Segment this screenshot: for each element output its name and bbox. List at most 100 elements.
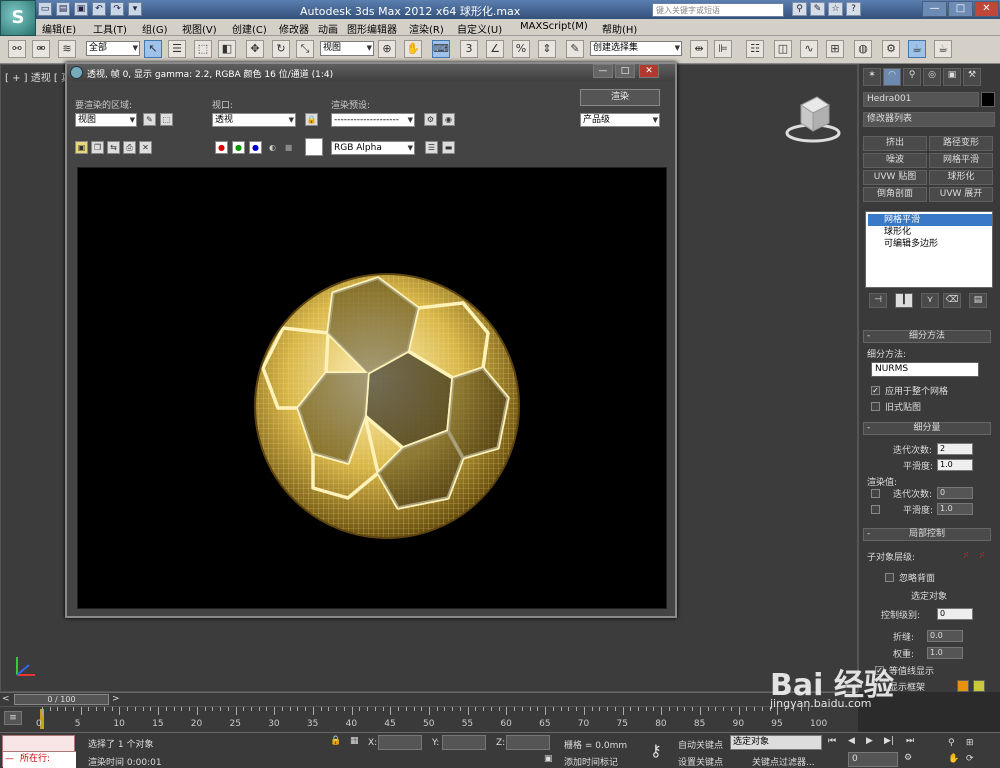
- render-window-titlebar[interactable]: 透视, 帧 0, 显示 gamma: 2.2, RGBA 颜色 16 位/通道 …: [67, 64, 675, 81]
- crease-spinner[interactable]: 0.0: [927, 630, 963, 642]
- menu-maxscript[interactable]: MAXScript(M): [520, 21, 588, 32]
- new-file-icon[interactable]: ▭: [38, 2, 52, 16]
- cage-color-swatch[interactable]: [957, 680, 969, 692]
- menu-tools[interactable]: 工具(T): [93, 21, 127, 36]
- bind-spacewarp-icon[interactable]: ≋: [58, 40, 76, 58]
- copy-image-icon[interactable]: ❐: [91, 141, 104, 154]
- area-to-render-dropdown[interactable]: 视图: [75, 113, 137, 127]
- scale-icon[interactable]: ⤡: [296, 40, 314, 58]
- search-input[interactable]: 键入关键字或短语: [652, 3, 784, 17]
- render-iterations-checkbox[interactable]: [871, 489, 880, 498]
- time-config-icon[interactable]: ⚙: [904, 753, 912, 763]
- star-icon[interactable]: ☆: [828, 2, 843, 16]
- x-coordinate-field[interactable]: [378, 735, 422, 750]
- time-tag-icon[interactable]: ▣: [544, 754, 553, 764]
- rw-close-button[interactable]: ✕: [639, 64, 659, 78]
- print-icon[interactable]: ⎙: [123, 141, 136, 154]
- goto-start-icon[interactable]: ⏮: [828, 736, 836, 746]
- menu-create[interactable]: 创建(C): [232, 21, 267, 36]
- motion-tab-icon[interactable]: ◎: [923, 68, 941, 86]
- subdiv-method-dropdown[interactable]: NURMS: [871, 362, 979, 377]
- track-bar[interactable]: ≡ 0 5 10 15 20 25 30 35 40 45 50 55 60 65 70 75 80 85 90 95…: [0, 706, 858, 732]
- play-icon[interactable]: ▶: [866, 736, 873, 746]
- manipulate-icon[interactable]: ✋: [404, 40, 422, 58]
- weight-spinner[interactable]: 1.0: [927, 647, 963, 659]
- next-key-icon[interactable]: ▶|: [884, 736, 894, 746]
- path-deform-modifier-button[interactable]: 路径变形: [929, 136, 993, 151]
- clone-frame-icon[interactable]: ⇆: [107, 141, 120, 154]
- save-file-icon[interactable]: ▣: [74, 2, 88, 16]
- absolute-mode-icon[interactable]: ▦: [350, 736, 359, 746]
- key-filters-button[interactable]: 关键点过滤器...: [752, 755, 815, 768]
- render-setup-icon[interactable]: ⚙: [882, 40, 900, 58]
- smoothness-spinner[interactable]: 1.0: [937, 459, 973, 471]
- cage-selection-color-swatch[interactable]: [973, 680, 985, 692]
- noise-modifier-button[interactable]: 噪波: [863, 153, 927, 168]
- modify-tab-icon[interactable]: ◠: [883, 68, 901, 86]
- vertex-level-icon[interactable]: ⸓: [963, 548, 969, 561]
- bevel-profile-modifier-button[interactable]: 倒角剖面: [863, 187, 927, 202]
- window-crossing-icon[interactable]: ◧: [218, 40, 236, 58]
- menu-customize[interactable]: 自定义(U): [457, 21, 502, 36]
- pivot-center-icon[interactable]: ⊕: [378, 40, 396, 58]
- render-smoothness-spinner[interactable]: 1.0: [937, 503, 973, 515]
- help-icon[interactable]: ?: [846, 2, 861, 16]
- green-channel-icon[interactable]: ●: [232, 141, 245, 154]
- hierarchy-tab-icon[interactable]: ⚲: [903, 68, 921, 86]
- alpha-channel-icon[interactable]: ◐: [266, 141, 279, 154]
- toggle-overlay-icon[interactable]: ▬: [442, 141, 455, 154]
- y-coordinate-field[interactable]: [442, 735, 486, 750]
- monochrome-icon[interactable]: ■: [282, 141, 295, 154]
- key-icon[interactable]: ⚷: [650, 741, 662, 760]
- mini-curve-editor-icon[interactable]: ≡: [4, 711, 22, 725]
- viewport-dropdown[interactable]: 透视: [212, 113, 296, 127]
- maxscript-listener[interactable]: — 所在行:: [2, 735, 76, 768]
- maximize-button[interactable]: □: [948, 1, 973, 17]
- subdivision-method-rollout[interactable]: - 细分方法: [863, 330, 991, 343]
- prev-key-icon[interactable]: ◀: [848, 736, 855, 746]
- edit-region-icon[interactable]: ✎: [143, 113, 156, 126]
- move-icon[interactable]: ✥: [246, 40, 264, 58]
- render-preset-dropdown[interactable]: --------------------: [331, 113, 415, 127]
- orbit-icon[interactable]: ⟳: [966, 754, 974, 764]
- key-set-dropdown[interactable]: 选定对象: [730, 735, 822, 750]
- select-object-icon[interactable]: ↖: [144, 40, 162, 58]
- channel-dropdown[interactable]: RGB Alpha: [331, 141, 415, 155]
- color-swatch[interactable]: [305, 138, 323, 156]
- extrude-modifier-button[interactable]: 挤出: [863, 136, 927, 151]
- menu-help[interactable]: 帮助(H): [602, 21, 637, 36]
- modifier-list-dropdown[interactable]: 修改器列表: [863, 112, 995, 127]
- undo-icon[interactable]: ↶: [92, 2, 106, 16]
- pan-icon[interactable]: ✋: [948, 754, 959, 764]
- menu-animation[interactable]: 动画: [318, 21, 338, 36]
- auto-region-icon[interactable]: ⬚: [160, 113, 173, 126]
- red-channel-icon[interactable]: ●: [215, 141, 228, 154]
- rect-selection-icon[interactable]: ⬚: [194, 40, 212, 58]
- rotate-icon[interactable]: ↻: [272, 40, 290, 58]
- render-production-icon[interactable]: ☕: [934, 40, 952, 58]
- close-button[interactable]: ✕: [974, 1, 999, 17]
- spherify-modifier-button[interactable]: 球形化: [929, 170, 993, 185]
- show-end-result-icon[interactable]: ┃: [895, 293, 913, 308]
- configure-sets-icon[interactable]: ▤: [969, 293, 987, 308]
- rw-maximize-button[interactable]: □: [615, 64, 635, 78]
- object-name-field[interactable]: Hedra001: [863, 92, 979, 107]
- lock-selection-icon[interactable]: 🔒: [330, 736, 341, 746]
- edge-level-icon[interactable]: ⸓: [979, 548, 985, 561]
- snap-3d-icon[interactable]: 3: [460, 40, 478, 58]
- pin-stack-icon[interactable]: ⊣: [869, 293, 887, 308]
- named-selection-dropdown[interactable]: 创建选择集: [590, 41, 682, 56]
- layer-manager-icon[interactable]: ☷: [746, 40, 764, 58]
- render-setup-icon[interactable]: ⚙: [424, 113, 437, 126]
- time-slider-thumb[interactable]: 0 / 100: [14, 694, 109, 705]
- wrench-icon[interactable]: ✎: [810, 2, 825, 16]
- minimize-button[interactable]: —: [922, 1, 947, 17]
- subdivision-amount-rollout[interactable]: - 细分量: [863, 422, 991, 435]
- unlink-icon[interactable]: ⚮: [32, 40, 50, 58]
- modifier-stack-list[interactable]: 网格平滑 球形化 可编辑多边形: [865, 211, 993, 288]
- select-by-name-icon[interactable]: ☰: [168, 40, 186, 58]
- redo-icon[interactable]: ↷: [110, 2, 124, 16]
- environment-icon[interactable]: ◉: [442, 113, 455, 126]
- zoom-all-icon[interactable]: ⊞: [966, 738, 974, 748]
- auto-key-button[interactable]: 自动关键点: [678, 738, 723, 751]
